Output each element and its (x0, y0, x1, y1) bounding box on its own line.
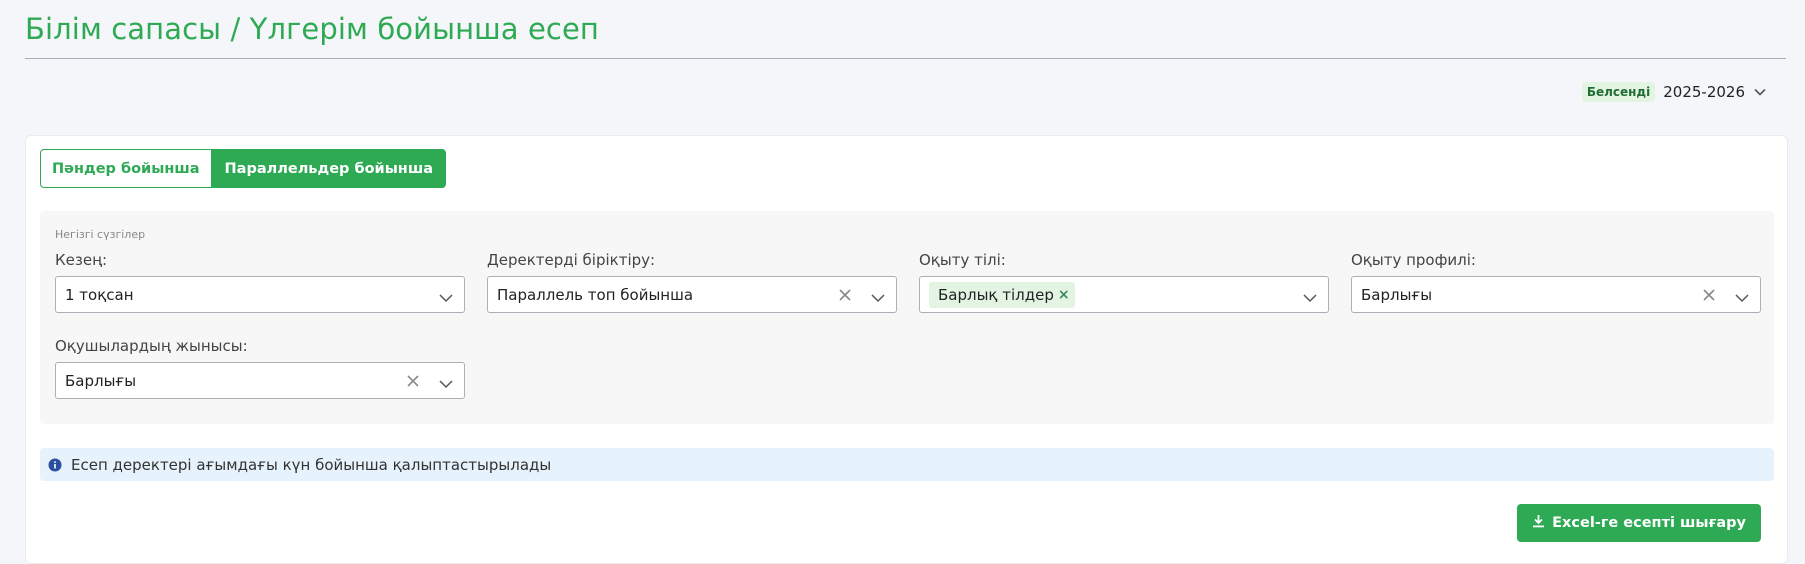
profile-value: Барлығы (1361, 285, 1433, 304)
academic-year-selector[interactable]: Белсенді 2025-2026 (1581, 82, 1767, 102)
report-card: Пәндер бойынша Параллельдер бойынша Негі… (25, 135, 1788, 564)
gender-value: Барлығы (65, 371, 137, 390)
info-banner: Есеп деректері ағымдағы күн бойынша қалы… (40, 448, 1774, 481)
period-label: Кезең: (55, 251, 108, 269)
tag-remove-icon[interactable]: × (1058, 287, 1070, 303)
chevron-down-icon[interactable] (1734, 289, 1750, 308)
info-text: Есеп деректері ағымдағы күн бойынша қалы… (71, 455, 552, 474)
language-select[interactable]: Барлық тілдер × (919, 276, 1329, 313)
profile-filter: Оқыту профилі: Барлығы (1351, 251, 1761, 313)
chevron-down-icon[interactable] (438, 289, 454, 308)
report-tabs: Пәндер бойынша Параллельдер бойынша (40, 149, 447, 188)
filters-panel: Негізгі сүзгілер Кезең: 1 тоқсан Деректе… (40, 211, 1774, 424)
export-excel-button[interactable]: Excel-ге есепті шығару (1517, 504, 1761, 542)
gender-filter: Оқушылардың жынысы: Барлығы (55, 337, 465, 399)
page-title: Білім сапасы / Үлгерім бойынша есеп (25, 12, 599, 46)
grouping-value: Параллель топ бойынша (497, 285, 694, 304)
filters-heading: Негізгі сүзгілер (55, 228, 146, 241)
academic-year-value: 2025-2026 (1663, 83, 1745, 101)
gender-label: Оқушылардың жынысы: (55, 337, 248, 355)
title-divider (25, 58, 1786, 59)
chevron-down-icon[interactable] (438, 375, 454, 394)
language-tag: Барлық тілдер × (929, 281, 1075, 308)
clear-icon[interactable] (406, 373, 420, 392)
grouping-select[interactable]: Параллель топ бойынша (487, 276, 897, 313)
language-filter: Оқыту тілі: Барлық тілдер × (919, 251, 1329, 313)
info-icon (48, 458, 62, 472)
status-badge: Белсенді (1581, 82, 1656, 102)
period-select[interactable]: 1 тоқсан (55, 276, 465, 313)
chevron-down-icon[interactable] (1302, 289, 1318, 308)
tab-by-subjects[interactable]: Пәндер бойынша (40, 149, 212, 188)
gender-select[interactable]: Барлығы (55, 362, 465, 399)
clear-icon[interactable] (838, 287, 852, 306)
tab-by-parallels[interactable]: Параллельдер бойынша (211, 149, 447, 188)
profile-label: Оқыту профилі: (1351, 251, 1476, 269)
grouping-filter: Деректерді біріктіру: Параллель топ бойы… (487, 251, 897, 313)
export-excel-label: Excel-ге есепті шығару (1552, 515, 1746, 531)
chevron-down-icon[interactable] (870, 289, 886, 308)
language-tag-label: Барлық тілдер (938, 285, 1054, 304)
profile-select[interactable]: Барлығы (1351, 276, 1761, 313)
chevron-down-icon[interactable] (1753, 85, 1767, 99)
language-label: Оқыту тілі: (919, 251, 1006, 269)
download-icon (1532, 514, 1545, 532)
clear-icon[interactable] (1702, 287, 1716, 306)
period-value: 1 тоқсан (65, 285, 134, 304)
grouping-label: Деректерді біріктіру: (487, 251, 656, 269)
period-filter: Кезең: 1 тоқсан (55, 251, 465, 313)
